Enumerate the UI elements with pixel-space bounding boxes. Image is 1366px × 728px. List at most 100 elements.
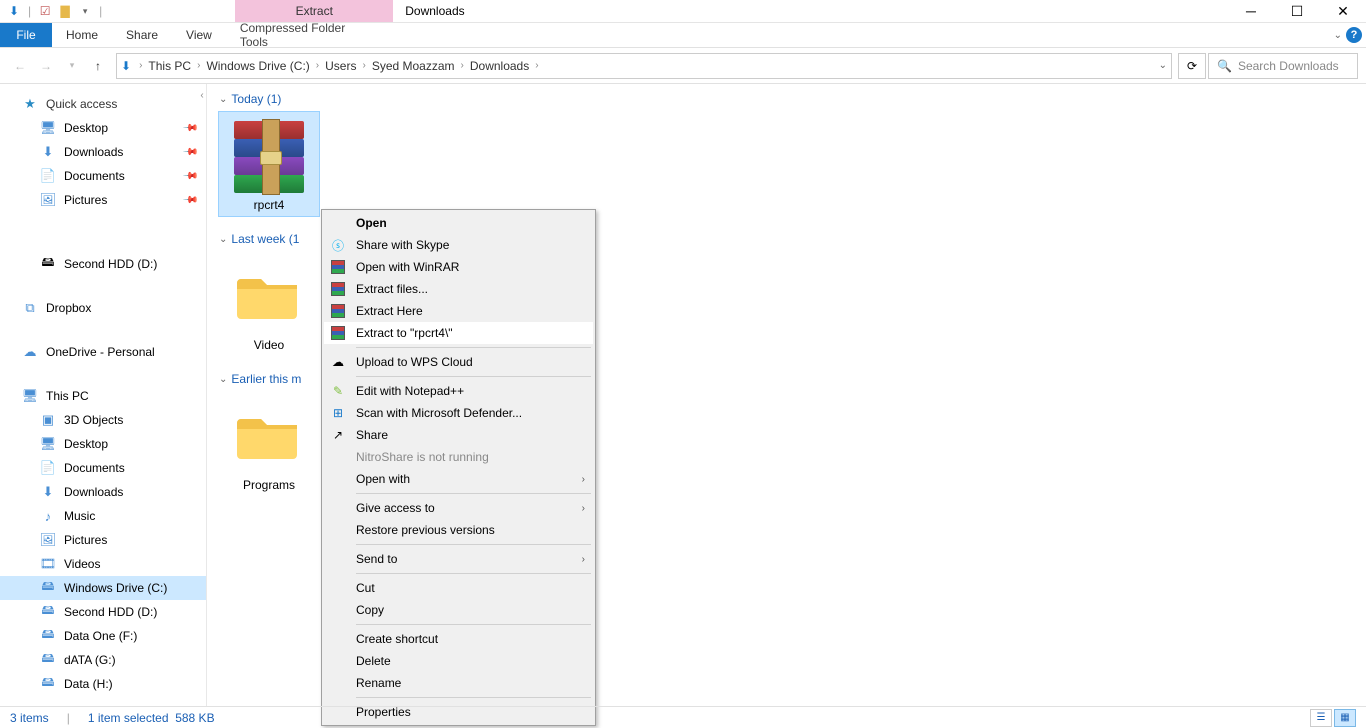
sidebar-item-videos[interactable]: 🎞Videos bbox=[0, 552, 206, 576]
large-icons-view-button[interactable]: ▦ bbox=[1334, 709, 1356, 727]
crumb-user[interactable]: Syed Moazzam bbox=[368, 59, 459, 73]
sidebar-item-documents[interactable]: 📄Documents📌 bbox=[0, 164, 206, 188]
sidebar-onedrive[interactable]: ☁OneDrive - Personal bbox=[0, 340, 206, 364]
chevron-right-icon[interactable]: › bbox=[360, 60, 367, 71]
up-button[interactable]: ↑ bbox=[86, 54, 110, 78]
file-item-programs[interactable]: Programs bbox=[219, 392, 319, 496]
address-history-icon[interactable]: ⌄ bbox=[1159, 60, 1167, 71]
desktop-icon: 🖥 bbox=[40, 120, 56, 136]
tab-share[interactable]: Share bbox=[112, 23, 172, 47]
group-label: Earlier this m bbox=[231, 372, 301, 386]
crumb-downloads[interactable]: Downloads bbox=[466, 59, 533, 73]
chevron-right-icon[interactable]: › bbox=[137, 60, 144, 71]
chevron-right-icon[interactable]: › bbox=[459, 60, 466, 71]
sidebar-item-label: Desktop bbox=[64, 121, 108, 135]
sidebar-label: Quick access bbox=[46, 97, 117, 111]
rar-icon bbox=[330, 303, 346, 319]
menu-item-label: Extract to "rpcrt4\" bbox=[356, 326, 453, 340]
archive-icon bbox=[221, 114, 317, 196]
menu-item-share-with-skype[interactable]: ⓢShare with Skype bbox=[324, 234, 593, 256]
file-item-rpcrt4[interactable]: rpcrt4 bbox=[219, 112, 319, 216]
close-button[interactable]: ✕ bbox=[1320, 0, 1366, 23]
navigation-pane[interactable]: ‹ ★ Quick access 🖥Desktop📌 ⬇Downloads📌 📄… bbox=[0, 84, 207, 706]
tab-home[interactable]: Home bbox=[52, 23, 112, 47]
sidebar-item-pictures[interactable]: 🖼Pictures bbox=[0, 528, 206, 552]
refresh-button[interactable]: ⟳ bbox=[1178, 53, 1206, 79]
file-item-video[interactable]: Video bbox=[219, 252, 319, 356]
nav-collapse-icon[interactable]: ‹ bbox=[196, 88, 207, 102]
menu-item-send-to[interactable]: Send to› bbox=[324, 548, 593, 570]
sidebar-item-label: Pictures bbox=[64, 533, 107, 547]
pictures-icon: 🖼 bbox=[40, 192, 56, 208]
downloads-icon: ⬇ bbox=[6, 3, 22, 19]
sidebar-item-second-hdd[interactable]: 🖴Second HDD (D:) bbox=[0, 252, 206, 276]
tab-view[interactable]: View bbox=[172, 23, 226, 47]
sidebar-item-label: This PC bbox=[46, 389, 89, 403]
sidebar-item-desktop[interactable]: 🖥Desktop bbox=[0, 432, 206, 456]
sidebar-item-data-one-f-[interactable]: 🖴Data One (F:) bbox=[0, 624, 206, 648]
menu-item-open-with[interactable]: Open with› bbox=[324, 468, 593, 490]
crumb-c[interactable]: Windows Drive (C:) bbox=[202, 59, 313, 73]
sidebar-item-second-hdd-d-[interactable]: 🖴Second HDD (D:) bbox=[0, 600, 206, 624]
menu-item-extract-here[interactable]: Extract Here bbox=[324, 300, 593, 322]
sidebar-quick-access[interactable]: ★ Quick access bbox=[0, 92, 206, 116]
sidebar-item-documents[interactable]: 📄Documents bbox=[0, 456, 206, 480]
properties-qat-icon[interactable]: ☑ bbox=[37, 3, 53, 19]
sidebar-item-data-g-[interactable]: 🖴dATA (G:) bbox=[0, 648, 206, 672]
sidebar-item-label: Windows Drive (C:) bbox=[64, 581, 167, 595]
qat-dropdown-icon[interactable]: ▾ bbox=[77, 3, 93, 19]
sidebar-item-data-h-[interactable]: 🖴Data (H:) bbox=[0, 672, 206, 696]
menu-item-extract-files[interactable]: Extract files... bbox=[324, 278, 593, 300]
menu-item-label: Open with bbox=[356, 472, 410, 486]
chevron-right-icon[interactable]: › bbox=[314, 60, 321, 71]
downloads-icon: ⬇ bbox=[40, 144, 56, 160]
menu-separator bbox=[356, 624, 591, 625]
forward-button[interactable]: → bbox=[34, 54, 58, 78]
tab-compressed-folder-tools[interactable]: Compressed Folder Tools bbox=[226, 23, 384, 47]
menu-item-copy[interactable]: Copy bbox=[324, 599, 593, 621]
back-button[interactable]: ← bbox=[8, 54, 32, 78]
sidebar-item-music[interactable]: ♪Music bbox=[0, 504, 206, 528]
sidebar-item-pictures[interactable]: 🖼Pictures📌 bbox=[0, 188, 206, 212]
menu-item-upload-to-wps-cloud[interactable]: ☁Upload to WPS Cloud bbox=[324, 351, 593, 373]
sidebar-this-pc[interactable]: 🖥This PC bbox=[0, 384, 206, 408]
menu-item-rename[interactable]: Rename bbox=[324, 672, 593, 694]
file-tab[interactable]: File bbox=[0, 23, 52, 47]
menu-item-edit-with-notepad[interactable]: ✎Edit with Notepad++ bbox=[324, 380, 593, 402]
sidebar-item-downloads[interactable]: ⬇Downloads bbox=[0, 480, 206, 504]
menu-item-share[interactable]: ↗Share bbox=[324, 424, 593, 446]
folder-qat-icon[interactable]: ▇ bbox=[57, 3, 73, 19]
status-bar: 3 items | 1 item selected 588 KB ☰ ▦ bbox=[0, 706, 1366, 728]
ribbon-collapse-icon[interactable]: ⌄ bbox=[1334, 30, 1342, 41]
recent-dropdown-icon[interactable]: ▾ bbox=[60, 54, 84, 78]
menu-item-restore-previous-versions[interactable]: Restore previous versions bbox=[324, 519, 593, 541]
sidebar-item-downloads[interactable]: ⬇Downloads📌 bbox=[0, 140, 206, 164]
sidebar-item-label: Dropbox bbox=[46, 301, 91, 315]
sidebar-item-windows-drive-c-[interactable]: 🖴Windows Drive (C:) bbox=[0, 576, 206, 600]
crumb-users[interactable]: Users bbox=[321, 59, 360, 73]
menu-item-open[interactable]: Open bbox=[324, 212, 593, 234]
menu-item-extract-to-rpcrt4[interactable]: Extract to "rpcrt4\" bbox=[324, 322, 593, 344]
menu-item-open-with-winrar[interactable]: Open with WinRAR bbox=[324, 256, 593, 278]
file-label: Programs bbox=[239, 476, 299, 494]
chevron-right-icon[interactable]: › bbox=[195, 60, 202, 71]
sidebar-item-3d-objects[interactable]: ▣3D Objects bbox=[0, 408, 206, 432]
chevron-right-icon[interactable]: › bbox=[533, 60, 540, 71]
menu-item-cut[interactable]: Cut bbox=[324, 577, 593, 599]
menu-item-give-access-to[interactable]: Give access to› bbox=[324, 497, 593, 519]
maximize-button[interactable]: ☐ bbox=[1274, 0, 1320, 23]
search-input[interactable]: 🔍 Search Downloads bbox=[1208, 53, 1358, 79]
menu-item-scan-with-microsoft-defender[interactable]: ⊞Scan with Microsoft Defender... bbox=[324, 402, 593, 424]
address-bar[interactable]: ⬇ › This PC › Windows Drive (C:) › Users… bbox=[116, 53, 1172, 79]
crumb-this-pc[interactable]: This PC bbox=[144, 59, 195, 73]
sidebar-item-desktop[interactable]: 🖥Desktop📌 bbox=[0, 116, 206, 140]
minimize-button[interactable]: ─ bbox=[1228, 0, 1274, 23]
menu-item-create-shortcut[interactable]: Create shortcut bbox=[324, 628, 593, 650]
menu-separator bbox=[356, 697, 591, 698]
sidebar-dropbox[interactable]: ⧉Dropbox bbox=[0, 296, 206, 320]
help-icon[interactable]: ? bbox=[1346, 27, 1362, 43]
group-header[interactable]: ⌄Today (1) bbox=[219, 92, 1354, 106]
menu-item-delete[interactable]: Delete bbox=[324, 650, 593, 672]
details-view-button[interactable]: ☰ bbox=[1310, 709, 1332, 727]
menu-item-label: Share bbox=[356, 428, 388, 442]
